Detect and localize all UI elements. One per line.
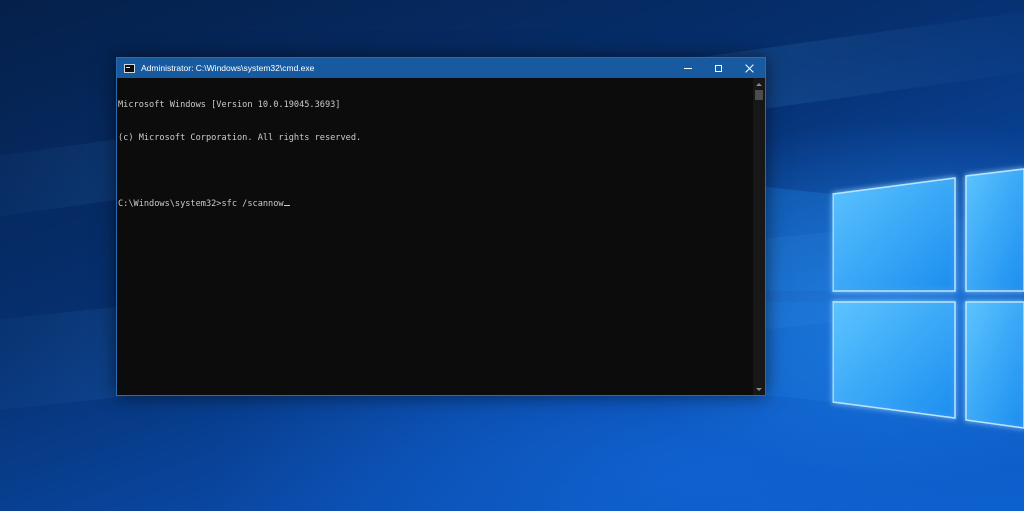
cmd-icon[interactable] bbox=[124, 63, 135, 73]
window-controls bbox=[672, 58, 765, 78]
close-icon bbox=[745, 64, 754, 73]
scroll-down-button[interactable] bbox=[753, 383, 765, 395]
console-output[interactable]: Microsoft Windows [Version 10.0.19045.36… bbox=[117, 78, 753, 395]
minimize-button[interactable] bbox=[672, 58, 703, 78]
minimize-icon bbox=[683, 67, 692, 69]
cmd-window[interactable]: Administrator: C:\Windows\system32\cmd.e… bbox=[116, 57, 766, 396]
window-title: Administrator: C:\Windows\system32\cmd.e… bbox=[141, 63, 315, 73]
maximize-icon bbox=[715, 64, 722, 72]
chevron-down-icon bbox=[756, 387, 762, 391]
maximize-button[interactable] bbox=[703, 58, 734, 78]
title-bar[interactable]: Administrator: C:\Windows\system32\cmd.e… bbox=[117, 58, 765, 78]
command-prompt-line[interactable]: C:\Windows\system32>sfc /scannow bbox=[118, 199, 753, 210]
text-cursor bbox=[283, 205, 290, 206]
chevron-up-icon bbox=[756, 82, 762, 86]
console-line: Microsoft Windows [Version 10.0.19045.36… bbox=[118, 100, 341, 110]
console-line: (c) Microsoft Corporation. All rights re… bbox=[118, 133, 362, 143]
vertical-scrollbar[interactable] bbox=[753, 78, 765, 395]
scroll-up-button[interactable] bbox=[753, 78, 765, 90]
close-button[interactable] bbox=[734, 58, 765, 78]
command-input[interactable]: C:\Windows\system32>sfc /scannow bbox=[118, 199, 284, 209]
scroll-thumb[interactable] bbox=[755, 90, 763, 100]
